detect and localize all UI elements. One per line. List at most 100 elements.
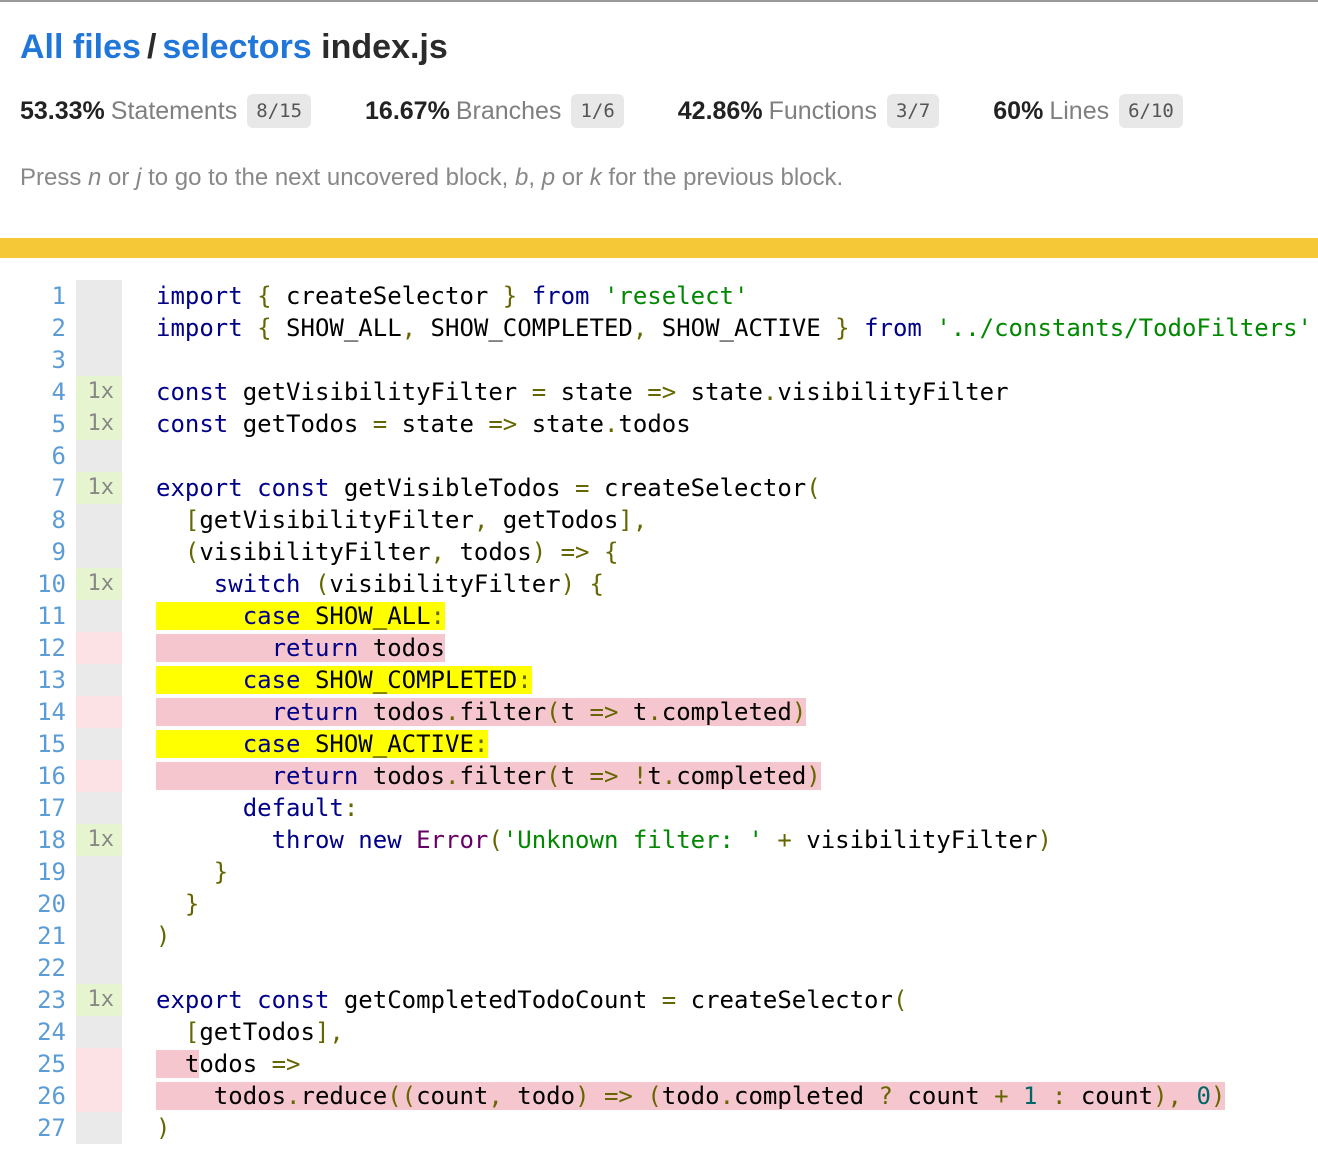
stat-fraction: 1/6 (571, 94, 623, 128)
line-code (122, 440, 1318, 472)
stat-functions: 42.86%Functions3/7 (678, 97, 940, 126)
hint-text: Press (20, 164, 88, 191)
line-number: 12 (0, 632, 76, 664)
line-execution-count: 1x (76, 824, 122, 856)
line-number: 13 (0, 664, 76, 696)
stat-branches: 16.67%Branches1/6 (365, 97, 624, 126)
stat-label: Functions (763, 97, 877, 125)
line-execution-count (76, 696, 122, 728)
line-code: case SHOW_ACTIVE: (122, 728, 1318, 760)
hint-text: for the previous block. (602, 164, 843, 191)
line-code: const getTodos = state => state.todos (122, 408, 1318, 440)
line-number: 27 (0, 1112, 76, 1144)
line-number: 1 (0, 280, 76, 312)
stat-lines: 60%Lines6/10 (993, 97, 1183, 126)
line-execution-count (76, 888, 122, 920)
code-line: 51xconst getTodos = state => state.todos (0, 408, 1318, 440)
line-code: export const getVisibleTodos = createSel… (122, 472, 1318, 504)
line-number: 25 (0, 1048, 76, 1080)
line-number: 20 (0, 888, 76, 920)
hint-text: , (528, 164, 541, 191)
line-execution-count (76, 280, 122, 312)
code-line: 2import { SHOW_ALL, SHOW_COMPLETED, SHOW… (0, 312, 1318, 344)
stat-label: Lines (1043, 97, 1109, 125)
code-line: 8 [getVisibilityFilter, getTodos], (0, 504, 1318, 536)
coverage-report-page: All files/selectors index.js 53.33%State… (0, 0, 1318, 1148)
line-number: 14 (0, 696, 76, 728)
code-line: 101x switch (visibilityFilter) { (0, 568, 1318, 600)
hint-text: or (555, 164, 590, 191)
hint-key: k (590, 164, 602, 191)
line-number: 2 (0, 312, 76, 344)
line-execution-count (76, 312, 122, 344)
stat-label: Statements (105, 97, 237, 125)
line-code (122, 952, 1318, 984)
line-number: 19 (0, 856, 76, 888)
line-code: [getTodos], (122, 1016, 1318, 1048)
line-number: 17 (0, 792, 76, 824)
line-code: case SHOW_COMPLETED: (122, 664, 1318, 696)
hint-key: n (88, 164, 101, 191)
line-execution-count (76, 600, 122, 632)
line-execution-count (76, 920, 122, 952)
line-number: 6 (0, 440, 76, 472)
code-line: 25 todos => (0, 1048, 1318, 1080)
code-line: 71xexport const getVisibleTodos = create… (0, 472, 1318, 504)
line-execution-count (76, 1016, 122, 1048)
stat-fraction: 8/15 (247, 94, 311, 128)
code-line: 3 (0, 344, 1318, 376)
line-code: } (122, 888, 1318, 920)
line-number: 18 (0, 824, 76, 856)
line-execution-count (76, 952, 122, 984)
breadcrumb: All files/selectors index.js (20, 28, 1298, 67)
line-number: 7 (0, 472, 76, 504)
line-execution-count (76, 856, 122, 888)
stat-value: 42.86% (678, 97, 763, 125)
line-number: 3 (0, 344, 76, 376)
breadcrumb-folder-link[interactable]: selectors (162, 28, 311, 66)
line-code: ) (122, 1112, 1318, 1144)
code-line: 27) (0, 1112, 1318, 1144)
keyboard-hint: Press n or j to go to the next uncovered… (20, 164, 1298, 192)
line-execution-count (76, 1080, 122, 1112)
code-line: 13 case SHOW_COMPLETED: (0, 664, 1318, 696)
line-execution-count (76, 344, 122, 376)
hint-key: p (542, 164, 555, 191)
line-code: return todos.filter(t => !t.completed) (122, 760, 1318, 792)
breadcrumb-separator: / (141, 28, 162, 66)
line-execution-count (76, 728, 122, 760)
line-code: todos => (122, 1048, 1318, 1080)
line-execution-count (76, 504, 122, 536)
line-code: return todos (122, 632, 1318, 664)
line-execution-count (76, 1112, 122, 1144)
code-line: 17 default: (0, 792, 1318, 824)
line-number: 11 (0, 600, 76, 632)
line-code: throw new Error('Unknown filter: ' + vis… (122, 824, 1318, 856)
stat-fraction: 6/10 (1119, 94, 1183, 128)
code-line: 21) (0, 920, 1318, 952)
line-execution-count (76, 440, 122, 472)
hint-text: or (101, 164, 136, 191)
code-line: 6 (0, 440, 1318, 472)
line-code: case SHOW_ALL: (122, 600, 1318, 632)
stat-statements: 53.33%Statements8/15 (20, 97, 311, 126)
line-execution-count: 1x (76, 472, 122, 504)
code-line: 16 return todos.filter(t => !t.completed… (0, 760, 1318, 792)
code-line: 14 return todos.filter(t => t.completed) (0, 696, 1318, 728)
line-number: 5 (0, 408, 76, 440)
code-line: 231xexport const getCompletedTodoCount =… (0, 984, 1318, 1016)
line-code (122, 344, 1318, 376)
line-code: default: (122, 792, 1318, 824)
hint-text: to go to the next uncovered block, (141, 164, 515, 191)
code-line: 15 case SHOW_ACTIVE: (0, 728, 1318, 760)
line-number: 10 (0, 568, 76, 600)
line-number: 8 (0, 504, 76, 536)
line-number: 15 (0, 728, 76, 760)
code-line: 12 return todos (0, 632, 1318, 664)
code-line: 20 } (0, 888, 1318, 920)
code-line: 24 [getTodos], (0, 1016, 1318, 1048)
line-number: 16 (0, 760, 76, 792)
line-execution-count: 1x (76, 408, 122, 440)
breadcrumb-all-files-link[interactable]: All files (20, 28, 141, 66)
line-code: } (122, 856, 1318, 888)
